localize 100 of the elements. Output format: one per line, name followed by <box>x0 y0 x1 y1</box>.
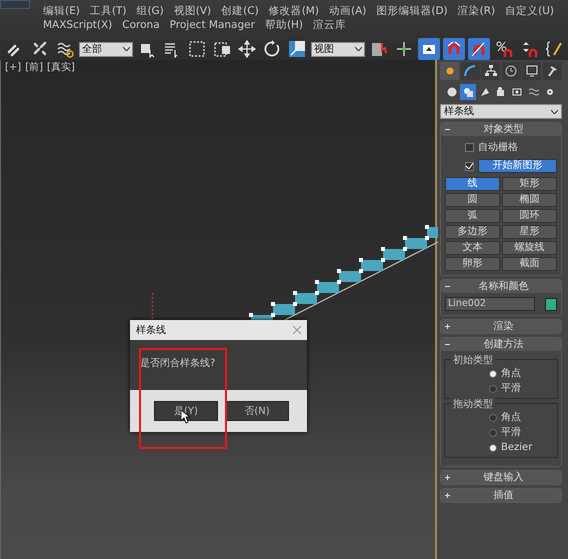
move-button[interactable] <box>236 38 258 60</box>
radio-button[interactable] <box>489 444 497 452</box>
light-icon <box>480 87 490 97</box>
menu-item[interactable]: 工具(T) <box>84 4 132 18</box>
menu-item[interactable]: 自定义(U) <box>500 4 560 18</box>
radio-label: 平滑 <box>501 382 521 396</box>
minus-icon <box>445 127 450 132</box>
menu-item[interactable]: 编辑(E) <box>38 4 85 18</box>
start-new-shape-button[interactable]: 开始新图形 <box>478 159 557 173</box>
shape-button[interactable]: 圆 <box>445 193 500 207</box>
viewport-label[interactable]: [真实] <box>47 60 75 75</box>
toolbar-dropdown[interactable]: 全部 <box>79 42 133 56</box>
angle-snap-button[interactable] <box>468 38 490 60</box>
panel-tab[interactable] <box>481 62 500 80</box>
menu-item[interactable]: 视图(V) <box>168 4 216 18</box>
move-icon <box>238 40 256 58</box>
rollout-header[interactable]: 名称和颜色 <box>441 280 561 293</box>
sphere-icon <box>447 87 457 97</box>
minus-icon <box>445 284 450 289</box>
camera-icon <box>496 87 506 97</box>
checkbox-label: 自动栅格 <box>478 140 518 155</box>
menu-item[interactable]: MAXScript(X) <box>38 18 118 32</box>
window-crossing-icon <box>213 40 231 58</box>
menu-item[interactable]: 图形编辑器(D) <box>371 4 453 18</box>
menu-item[interactable]: 渲云库 <box>308 18 352 32</box>
rollout-header[interactable]: 渲染 <box>441 320 561 333</box>
wave-icon <box>528 87 539 97</box>
keyboard-override-button[interactable] <box>418 38 440 60</box>
plus-icon <box>445 324 450 329</box>
radio-button[interactable] <box>489 384 497 392</box>
unlink-icon <box>31 40 49 58</box>
radio-button[interactable] <box>489 370 497 378</box>
panel-tab[interactable] <box>542 62 562 80</box>
shapes-icon <box>463 87 474 97</box>
shape-button[interactable]: 椭圆 <box>502 193 557 207</box>
rollout-header[interactable]: 对象类型 <box>441 123 561 136</box>
radio-label: 角点 <box>501 410 521 425</box>
plus-icon <box>445 475 450 480</box>
caret-icon <box>123 47 130 51</box>
category-dropdown[interactable]: 样条线 <box>440 104 562 119</box>
caret-icon <box>551 110 558 114</box>
viewport-label[interactable]: [前] <box>25 60 43 75</box>
menu-item[interactable]: 组(G) <box>131 4 169 18</box>
color-swatch[interactable] <box>545 298 557 310</box>
scale-button[interactable] <box>286 38 308 60</box>
radio-label: 角点 <box>501 366 521 381</box>
shape-button[interactable]: 矩形 <box>502 177 557 191</box>
rollout-header[interactable]: 创建方法 <box>441 338 561 351</box>
shape-button[interactable]: 多边形 <box>445 225 500 239</box>
named-selection-icon <box>545 40 563 58</box>
menu-item[interactable]: Corona <box>117 18 165 32</box>
checkbox[interactable] <box>465 143 474 152</box>
plus-icon <box>445 493 450 498</box>
menu-item[interactable]: 修改器(M) <box>264 4 324 18</box>
menu-item[interactable]: 渲染(R) <box>452 4 500 18</box>
manipulate-icon <box>395 40 413 58</box>
sun-icon <box>444 65 456 77</box>
monitor-icon <box>526 65 538 77</box>
rollout-header[interactable]: 键盘输入 <box>441 471 561 484</box>
scale-icon <box>288 40 306 58</box>
helper-icon <box>512 87 522 97</box>
dialog-button[interactable]: 否(N) <box>225 401 289 421</box>
dialog-title: 样条线 <box>136 324 166 338</box>
hierarchy-icon <box>484 65 497 77</box>
radio-label: Bezier <box>501 441 532 455</box>
axis-line <box>151 293 154 321</box>
shape-button[interactable]: 螺旋线 <box>502 241 557 255</box>
shape-button[interactable]: 圆环 <box>502 209 557 223</box>
minus-icon <box>445 342 450 347</box>
panel-tab[interactable] <box>522 62 542 80</box>
rotate-icon <box>263 40 281 58</box>
percent-snap-icon <box>495 40 513 58</box>
menu-item[interactable]: 动画(A) <box>324 4 372 18</box>
hammer-icon <box>546 65 558 77</box>
gear-icon <box>544 87 555 97</box>
name-field[interactable]: Line002 <box>445 297 535 311</box>
shape-button[interactable]: 弧 <box>445 209 500 223</box>
radio-button[interactable] <box>489 414 497 422</box>
shape-button[interactable]: 截面 <box>502 257 557 271</box>
viewport-label[interactable]: [+] <box>5 60 22 75</box>
toolbar-dropdown[interactable]: 视图 <box>311 42 365 56</box>
shape-button[interactable]: 文本 <box>445 241 500 255</box>
radio-label: 平滑 <box>501 426 521 440</box>
dashed-rectangle-icon <box>188 40 206 58</box>
menu-item[interactable]: 创建(C) <box>216 4 264 18</box>
pivot-icon <box>370 40 388 58</box>
shape-button[interactable]: 星形 <box>502 225 557 239</box>
panel-tab[interactable] <box>460 62 480 80</box>
checkbox[interactable] <box>465 162 474 170</box>
snap-magnet-button[interactable] <box>443 38 465 60</box>
menu-item[interactable]: 帮助(H) <box>260 18 308 32</box>
shape-button[interactable]: 线 <box>445 177 500 191</box>
radio-button[interactable] <box>489 428 497 436</box>
category-button[interactable] <box>460 84 476 100</box>
check-icon <box>466 163 473 169</box>
menu-item[interactable]: Project Manager <box>164 18 260 32</box>
shape-button[interactable]: 卵形 <box>445 257 500 271</box>
panel-tab[interactable] <box>440 62 459 80</box>
rollout-header[interactable]: 插值 <box>441 489 561 502</box>
panel-tab[interactable] <box>502 62 521 80</box>
